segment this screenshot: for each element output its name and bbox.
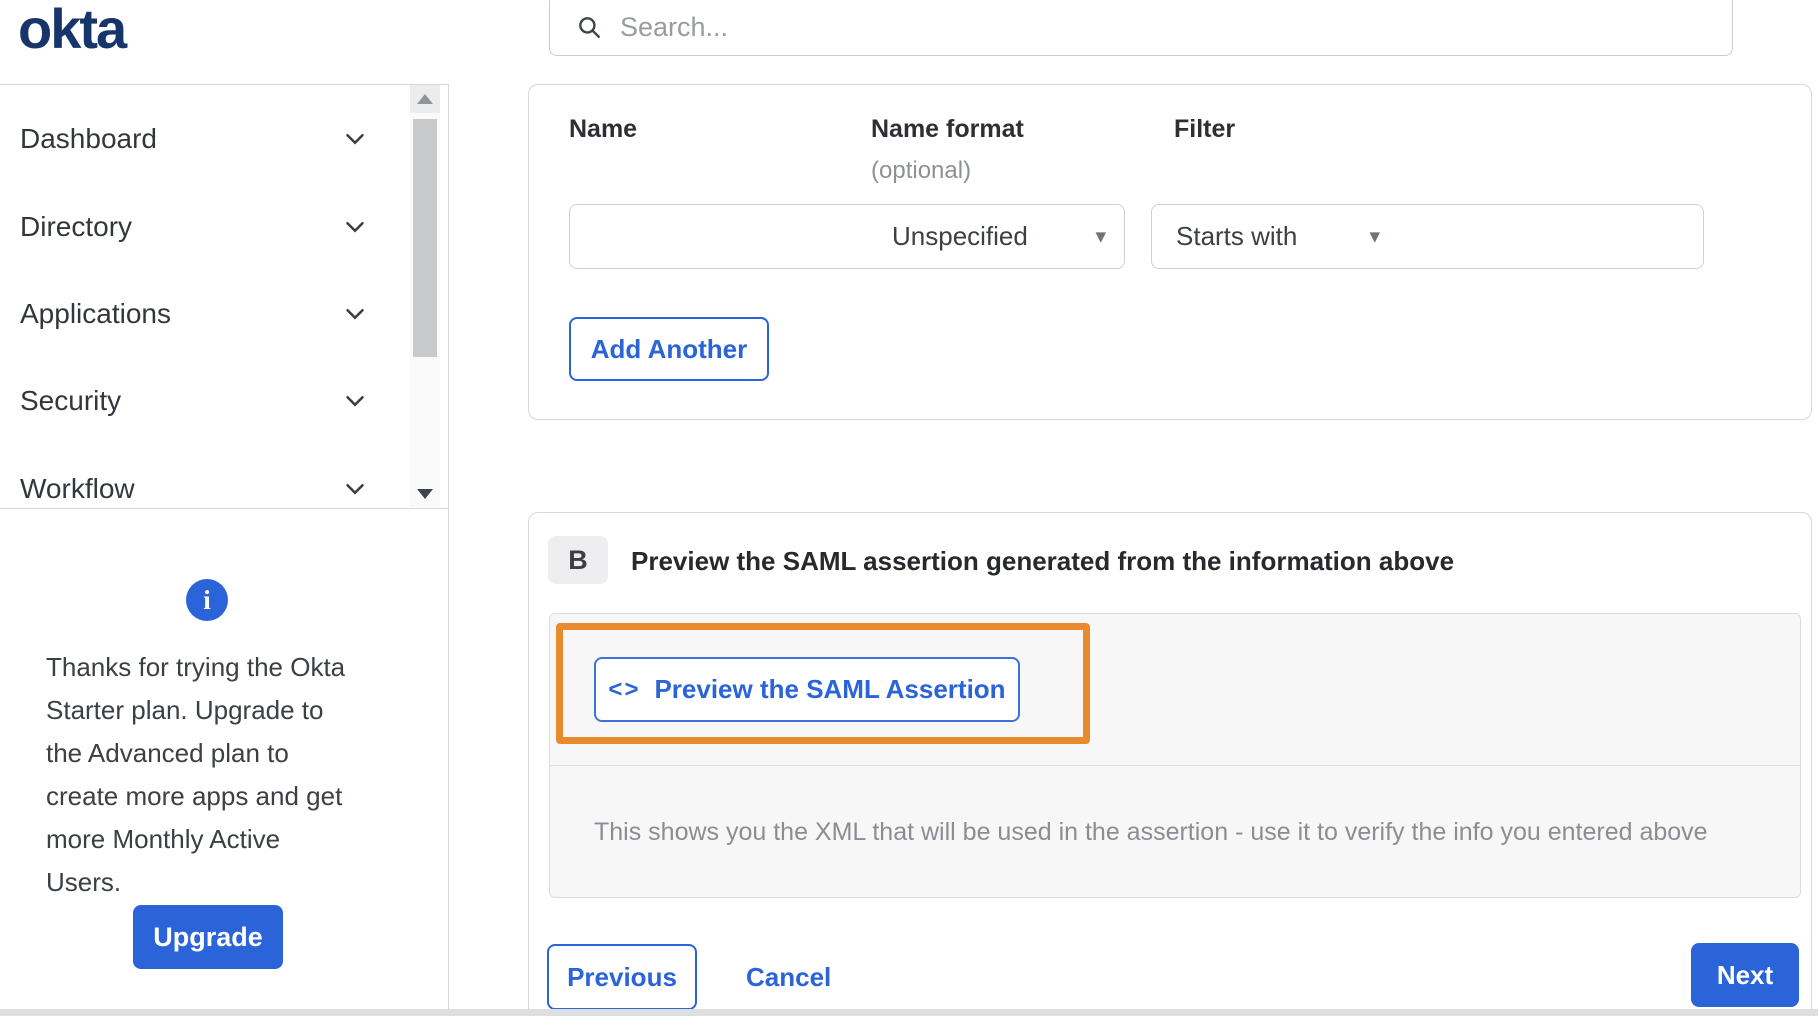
filter-value-input[interactable] — [1398, 204, 1704, 269]
sidebar-item-label: Dashboard — [20, 123, 157, 154]
chevron-down-icon — [346, 309, 364, 320]
scroll-down-button[interactable] — [410, 480, 440, 508]
filter-column-label: Filter — [1174, 115, 1236, 143]
sidebar-scrollbar — [410, 85, 440, 508]
sidebar-item-workflow[interactable]: Workflow — [0, 472, 410, 506]
step-badge: B — [548, 536, 608, 584]
preview-box-top: <> Preview the SAML Assertion — [550, 614, 1800, 766]
chevron-down-icon — [346, 222, 364, 233]
sidebar-item-dashboard[interactable]: Dashboard — [0, 122, 410, 156]
code-icon: <> — [608, 675, 641, 703]
bottom-edge-strip — [0, 1009, 1818, 1016]
sidebar-item-label: Applications — [20, 298, 171, 329]
filter-operator-select[interactable]: Starts with ▾ — [1151, 204, 1399, 269]
filter-operator-select-value: Starts with — [1176, 221, 1298, 251]
upgrade-button[interactable]: Upgrade — [133, 905, 283, 969]
sidebar-item-label: Security — [20, 385, 122, 416]
okta-logo[interactable]: okta — [18, 0, 127, 61]
preview-saml-button-label: Preview the SAML Assertion — [654, 674, 1006, 704]
divider — [0, 508, 448, 509]
name-input[interactable] — [569, 204, 869, 269]
name-column-label: Name — [569, 115, 638, 143]
chevron-down-icon — [346, 134, 364, 145]
divider — [0, 84, 448, 85]
preview-saml-assertion-button[interactable]: <> Preview the SAML Assertion — [594, 657, 1020, 722]
app-frame: okta Dashboard Directory Applications Se… — [0, 0, 1818, 1016]
name-format-column-label: Name format — [871, 115, 1024, 143]
search-bar — [549, 0, 1733, 56]
triangle-up-icon — [417, 94, 433, 104]
caret-down-icon: ▾ — [1369, 225, 1380, 248]
previous-button[interactable]: Previous — [547, 944, 697, 1010]
search-input[interactable] — [620, 11, 1732, 43]
preview-description-row: This shows you the XML that will be used… — [550, 767, 1800, 898]
search-icon — [579, 17, 600, 38]
chevron-down-icon — [346, 484, 364, 495]
add-another-button[interactable]: Add Another — [569, 317, 769, 381]
section-heading: Preview the SAML assertion generated fro… — [631, 546, 1455, 576]
name-format-select-value: Unspecified — [892, 221, 1028, 251]
sidebar-item-label: Workflow — [20, 473, 135, 504]
divider — [448, 84, 449, 1016]
triangle-down-icon — [417, 489, 433, 499]
name-format-select[interactable]: Unspecified ▾ — [868, 204, 1125, 269]
sidebar-item-label: Directory — [20, 211, 133, 242]
preview-section-panel: B Preview the SAML assertion generated f… — [528, 512, 1812, 1016]
name-format-optional-hint: (optional) — [871, 157, 972, 184]
info-icon: i — [186, 579, 228, 621]
scroll-up-button[interactable] — [410, 85, 440, 113]
next-button[interactable]: Next — [1691, 943, 1799, 1007]
chevron-down-icon — [346, 396, 364, 407]
preview-description: This shows you the XML that will be used… — [594, 818, 1708, 846]
attribute-form-panel: Name Name format (optional) Filter Unspe… — [528, 84, 1812, 420]
scrollbar-thumb[interactable] — [413, 119, 437, 357]
sidebar-item-security[interactable]: Security — [0, 384, 410, 418]
sidebar-item-directory[interactable]: Directory — [0, 210, 410, 244]
upgrade-note: Thanks for trying the Okta Starter plan.… — [46, 652, 346, 897]
preview-box: <> Preview the SAML Assertion This shows… — [549, 613, 1801, 898]
caret-down-icon: ▾ — [1095, 225, 1106, 248]
sidebar-item-applications[interactable]: Applications — [0, 297, 410, 331]
cancel-link[interactable]: Cancel — [746, 944, 831, 1010]
